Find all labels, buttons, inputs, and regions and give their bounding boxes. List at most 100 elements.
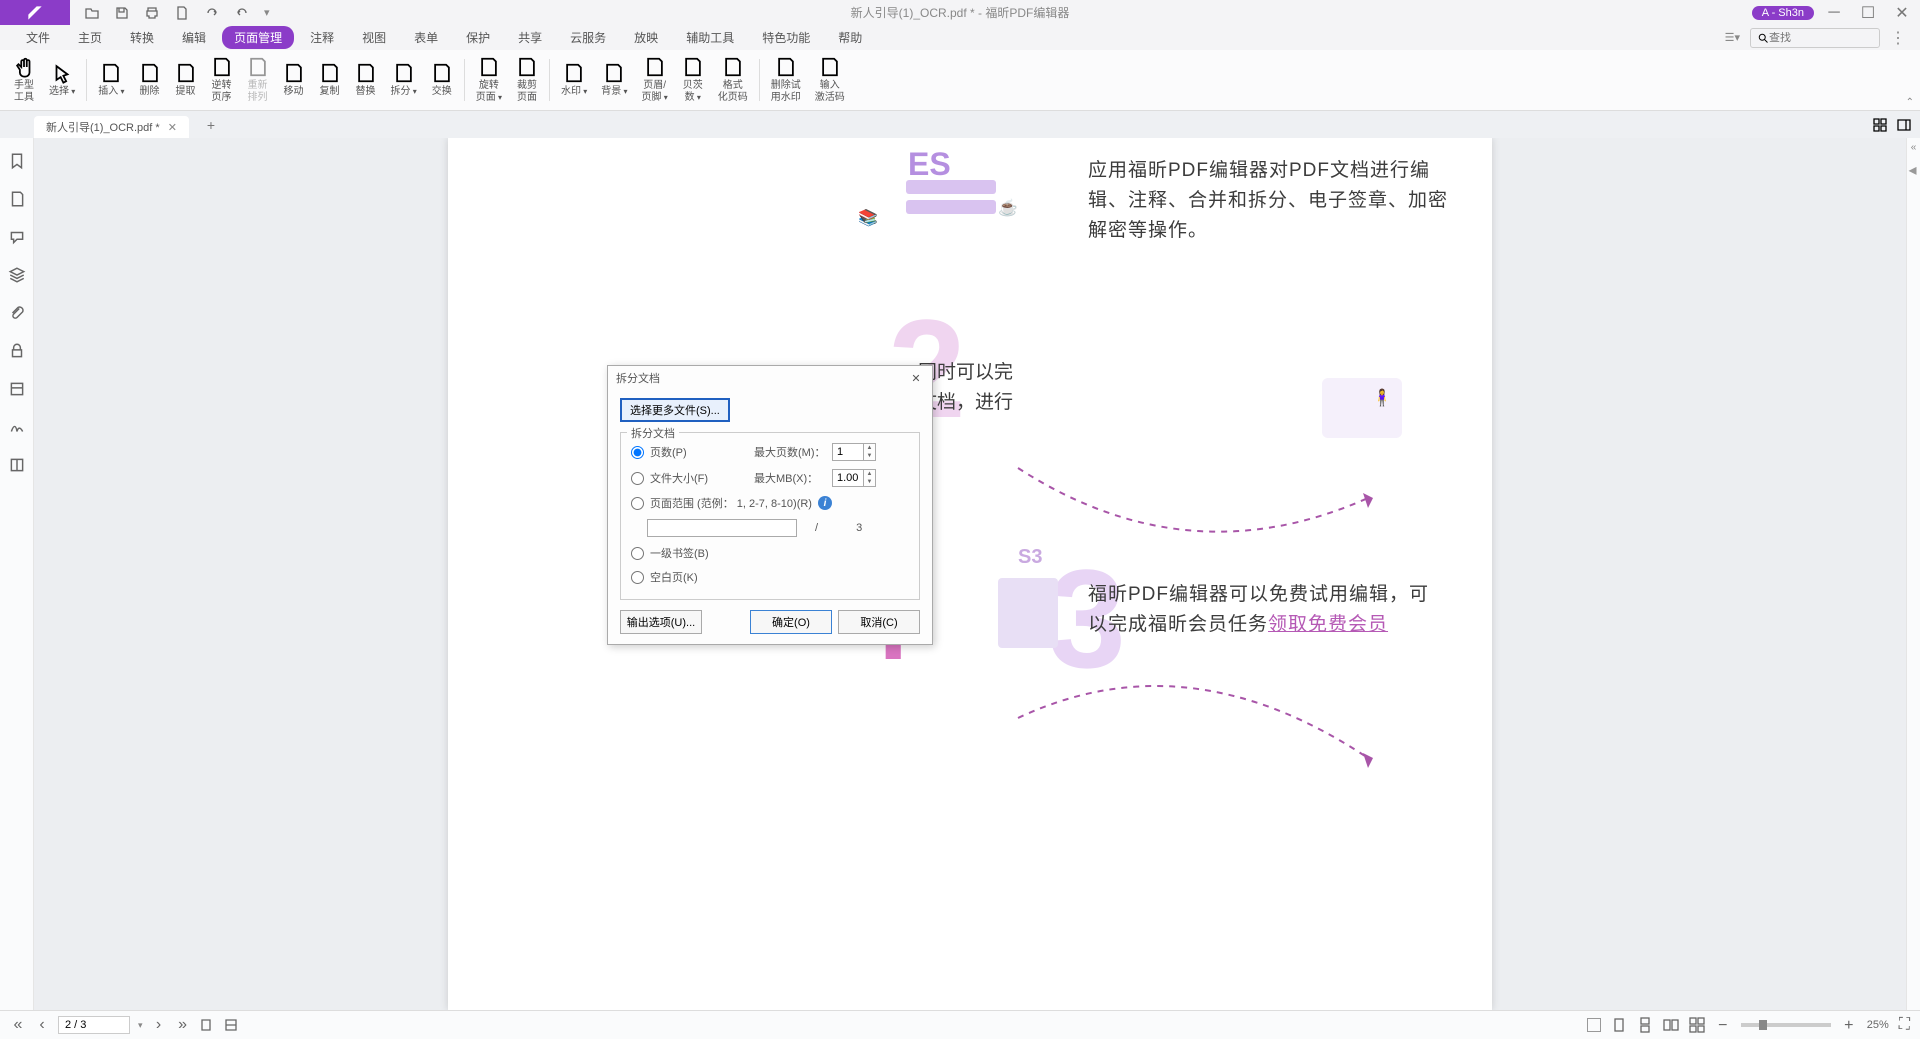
page-range-input[interactable] (647, 519, 797, 537)
zoom-in-button[interactable]: + (1841, 1017, 1857, 1033)
radio-bookmark[interactable] (631, 547, 644, 560)
user-badge[interactable]: A - Sh3n (1752, 6, 1814, 20)
menu-item-12[interactable]: 辅助工具 (674, 26, 746, 49)
ribbon-collapse-icon[interactable]: ⌃ (1906, 97, 1914, 108)
comments-icon[interactable] (8, 228, 26, 246)
single-page-view-icon[interactable] (1611, 1017, 1627, 1033)
nav-extra1-icon[interactable] (199, 1017, 215, 1033)
ribbon-copy-button[interactable]: 复制 (312, 52, 348, 108)
minimize-button[interactable]: ─ (1820, 3, 1848, 23)
continuous-facing-view-icon[interactable] (1689, 1017, 1705, 1033)
spinner-up-icon[interactable]: ▲ (864, 444, 875, 452)
compare-icon[interactable] (8, 456, 26, 474)
menu-item-3[interactable]: 编辑 (170, 26, 218, 49)
menu-item-5[interactable]: 注释 (298, 26, 346, 49)
last-page-button[interactable]: » (175, 1017, 191, 1033)
menu-item-8[interactable]: 保护 (454, 26, 502, 49)
open-icon[interactable] (84, 5, 100, 21)
undo-dropdown-icon[interactable] (234, 5, 250, 21)
max-pages-spinner[interactable]: ▲▼ (832, 443, 876, 461)
menubar-more-icon[interactable]: ⋮ (1890, 28, 1906, 48)
tab-close-icon[interactable]: ✕ (168, 121, 177, 134)
right-sidebar-handle[interactable]: ◂ (1909, 160, 1919, 190)
ribbon-replace-button[interactable]: 替换 (348, 52, 384, 108)
menu-item-10[interactable]: 云服务 (558, 26, 618, 49)
ribbon-headerfooter-button[interactable]: 页眉/ 页脚 ▾ (635, 52, 675, 108)
cancel-button[interactable]: 取消(C) (838, 610, 920, 634)
dialog-close-button[interactable]: ✕ (908, 370, 924, 386)
ribbon-reverse-button[interactable]: 逆转 页序 (204, 52, 240, 108)
search-input[interactable] (1769, 32, 1869, 44)
menu-item-7[interactable]: 表单 (402, 26, 450, 49)
close-window-button[interactable]: ✕ (1888, 3, 1916, 23)
attachments-icon[interactable] (8, 304, 26, 322)
spinner-down-icon[interactable]: ▼ (864, 452, 875, 460)
form-fields-icon[interactable] (8, 380, 26, 398)
continuous-view-icon[interactable] (1637, 1017, 1653, 1033)
select-more-files-button[interactable]: 选择更多文件(S)... (620, 398, 730, 422)
menu-item-2[interactable]: 转换 (118, 26, 166, 49)
ok-button[interactable]: 确定(O) (750, 610, 832, 634)
print-icon[interactable] (144, 5, 160, 21)
nav-extra2-icon[interactable] (223, 1017, 239, 1033)
status-color-icon[interactable] (1587, 1018, 1601, 1032)
ribbon-move-button[interactable]: 移动 (276, 52, 312, 108)
first-page-button[interactable]: « (10, 1017, 26, 1033)
output-options-button[interactable]: 输出选项(U)... (620, 610, 702, 634)
menu-item-14[interactable]: 帮助 (826, 26, 874, 49)
bookmark-icon[interactable] (8, 152, 26, 170)
security-icon[interactable] (8, 342, 26, 360)
ribbon-select-button[interactable]: 选择 ▾ (42, 52, 82, 108)
menu-item-4[interactable]: 页面管理 (222, 26, 294, 49)
radio-range[interactable] (631, 497, 644, 510)
ribbon-swap-button[interactable]: 交换 (424, 52, 460, 108)
dialog-title-bar[interactable]: 拆分文档 ✕ (608, 366, 932, 390)
page-number-input[interactable] (58, 1016, 130, 1034)
panel-toggle-icon[interactable] (1896, 117, 1912, 133)
ribbon-bates-button[interactable]: 贝茨 数 ▾ (675, 52, 711, 108)
menubar-options-icon[interactable]: ☰▾ (1725, 31, 1740, 44)
info-icon[interactable]: i (818, 496, 832, 510)
menu-item-13[interactable]: 特色功能 (750, 26, 822, 49)
max-mb-spinner[interactable]: ▲▼ (832, 469, 876, 487)
ribbon-rmwm-button[interactable]: 删除试 用水印 (764, 52, 808, 108)
ribbon-crop-button[interactable]: 裁剪 页面 (509, 52, 545, 108)
right-sidebar-collapse-icon[interactable]: « (1911, 142, 1917, 153)
grid-view-icon[interactable] (1872, 117, 1888, 133)
new-tab-button[interactable]: + (207, 117, 215, 133)
redo-icon[interactable] (204, 5, 220, 21)
ribbon-pagenum-button[interactable]: 格式 化页码 (711, 52, 755, 108)
page-dropdown-icon[interactable]: ▾ (138, 1020, 143, 1031)
layers-icon[interactable] (8, 266, 26, 284)
radio-blank[interactable] (631, 571, 644, 584)
ribbon-watermark-button[interactable]: 水印 ▾ (554, 52, 594, 108)
maximize-button[interactable]: ☐ (1854, 3, 1882, 23)
canvas-area[interactable]: ES 📚 ☕ 1 应用福昕PDF编辑器对PDF文档进行编辑、注释、合并和拆分、电… (34, 138, 1906, 1010)
prev-page-button[interactable]: ‹ (34, 1017, 50, 1033)
ribbon-activate-button[interactable]: 输入 激活码 (808, 52, 852, 108)
ribbon-split-button[interactable]: 拆分 ▾ (384, 52, 424, 108)
max-pages-input[interactable] (833, 444, 863, 460)
menu-item-1[interactable]: 主页 (66, 26, 114, 49)
ribbon-hand-button[interactable]: 手型 工具 (6, 52, 42, 108)
zoom-slider-handle[interactable] (1759, 1020, 1767, 1030)
menu-item-6[interactable]: 视图 (350, 26, 398, 49)
max-mb-input[interactable] (833, 470, 863, 486)
spinner-down-icon[interactable]: ▼ (864, 478, 875, 486)
fullscreen-button[interactable]: ⛶ (1899, 1016, 1910, 1034)
menu-item-11[interactable]: 放映 (622, 26, 670, 49)
document-tab[interactable]: 新人引导(1)_OCR.pdf * ✕ (34, 116, 189, 138)
facing-view-icon[interactable] (1663, 1017, 1679, 1033)
spinner-up-icon[interactable]: ▲ (864, 470, 875, 478)
menu-item-0[interactable]: 文件 (14, 26, 62, 49)
radio-filesize[interactable] (631, 472, 644, 485)
save-icon[interactable] (114, 5, 130, 21)
export-icon[interactable] (174, 5, 190, 21)
search-box[interactable] (1750, 28, 1880, 48)
free-member-link[interactable]: 领取免费会员 (1268, 614, 1388, 635)
ribbon-extract-button[interactable]: 提取 (168, 52, 204, 108)
ribbon-insert-button[interactable]: 插入 ▾ (91, 52, 131, 108)
signatures-icon[interactable] (8, 418, 26, 436)
menu-item-9[interactable]: 共享 (506, 26, 554, 49)
radio-pages[interactable] (631, 446, 644, 459)
